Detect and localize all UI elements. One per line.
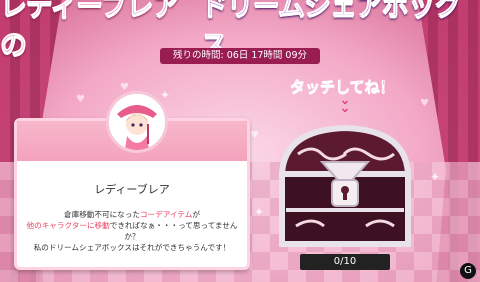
sparkle-icon: ✦ bbox=[160, 88, 171, 102]
treasure-box-icon[interactable] bbox=[272, 114, 418, 252]
double-chevron-down-icon: ⌄ ⌄ bbox=[339, 92, 351, 116]
desc-text: 私のドリームシェアボックスはそれができちゃうんです！ bbox=[33, 243, 231, 252]
desc-highlight: コーデアイテム bbox=[139, 210, 193, 219]
desc-text: が bbox=[192, 210, 200, 219]
character-description: 倉庫移動不可になったコーデアイテムが 他のキャラクターに移動できればなぁ・・・っ… bbox=[25, 209, 239, 253]
sparkle-icon: ✦ bbox=[254, 205, 265, 219]
watermark-logo-icon: G bbox=[460, 263, 476, 279]
character-card: レディーブレア 倉庫移動不可になったコーデアイテムが 他のキャラクターに移動でき… bbox=[14, 91, 250, 270]
box-counter: 0/10 bbox=[300, 254, 390, 270]
desc-highlight: 他のキャラクターに移動 bbox=[26, 221, 110, 230]
character-name: レディーブレア bbox=[94, 183, 170, 196]
desc-text: 倉庫移動不可になった bbox=[64, 210, 140, 219]
sparkle-icon: ✦ bbox=[430, 170, 441, 184]
character-avatar bbox=[106, 91, 168, 153]
page-title: レディーブレアの ドリームシェアボックス bbox=[0, 0, 480, 62]
heart-decoration: ♥ bbox=[250, 130, 259, 141]
desc-text: できればなぁ・・・って思ってませんか？ bbox=[109, 221, 238, 241]
heart-decoration: ♥ bbox=[420, 98, 429, 109]
remaining-time: 残りの時間: 06日 17時間 09分 bbox=[160, 48, 320, 64]
character-portrait bbox=[109, 94, 165, 150]
heart-decoration: ♥ bbox=[76, 94, 85, 105]
